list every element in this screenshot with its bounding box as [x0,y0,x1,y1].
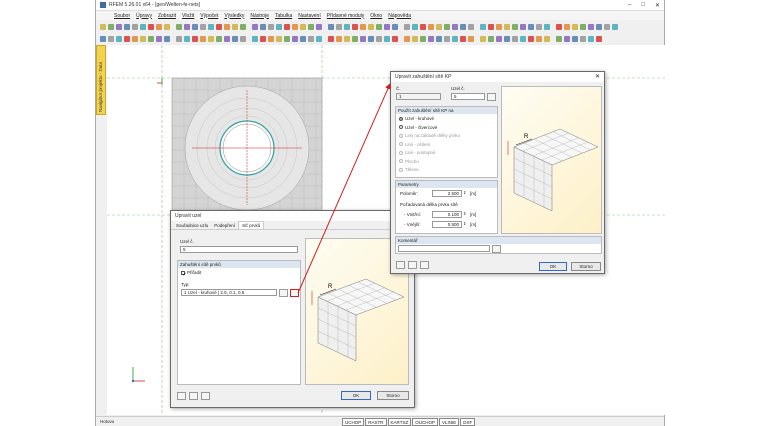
callout-arrow [297,83,391,294]
